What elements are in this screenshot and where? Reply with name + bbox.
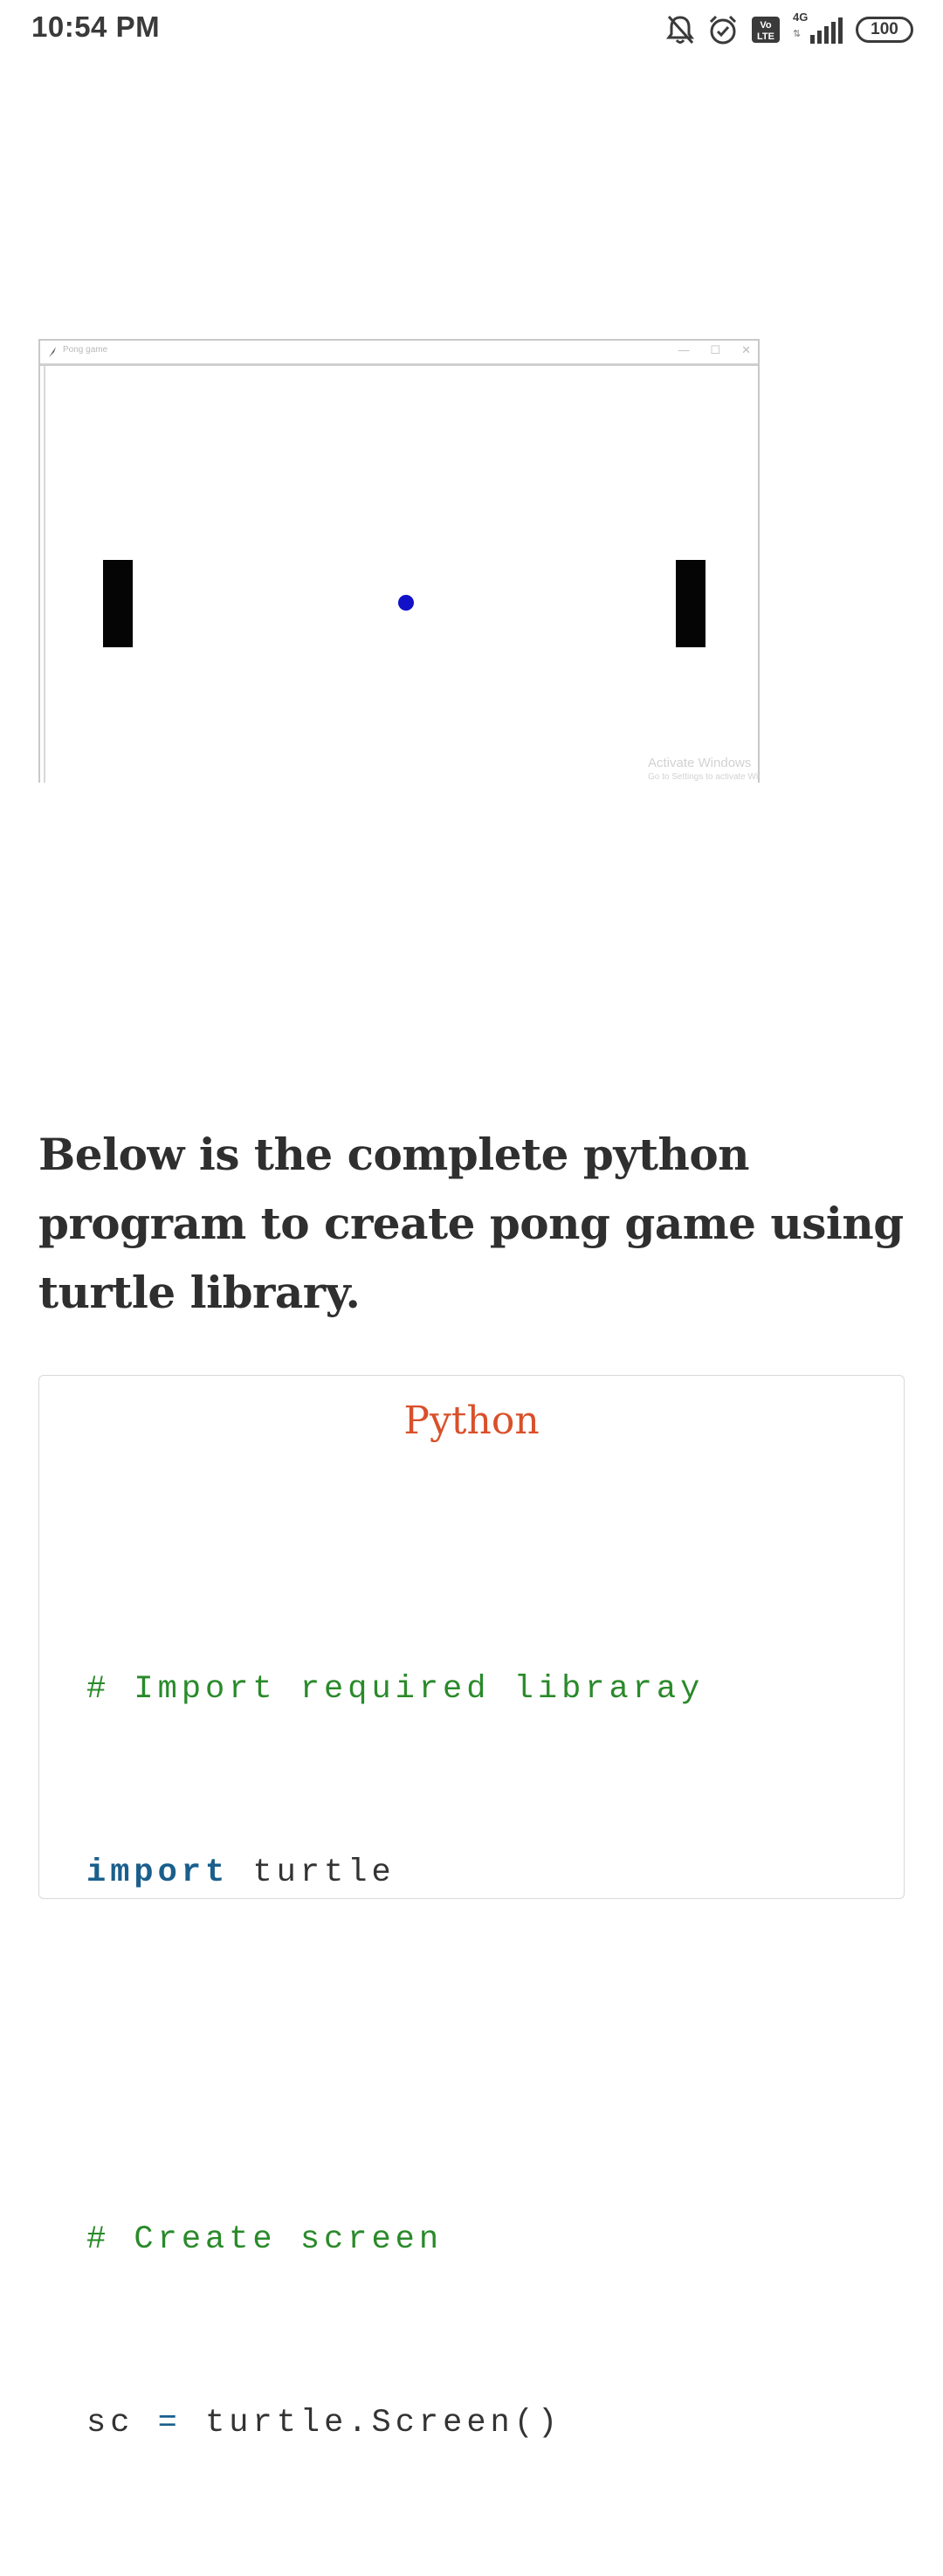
pong-canvas: Activate Windows Go to Settings to activ…	[44, 366, 758, 783]
code-line: # Create screen	[86, 2209, 704, 2270]
minimize-icon: —	[678, 343, 690, 356]
status-bar: 10:54 PM Vo LTE 4G ⇅ 100	[0, 0, 943, 59]
code-operator: =	[157, 2405, 182, 2441]
battery-icon: 100	[856, 17, 913, 43]
code-text: turtle	[229, 1854, 396, 1891]
bell-off-icon	[665, 14, 695, 45]
code-variable: sc	[86, 2405, 134, 2441]
volte-icon: Vo LTE	[751, 16, 781, 44]
code-line: import turtle	[86, 1842, 704, 1903]
status-icons: Vo LTE 4G ⇅ 100	[665, 10, 913, 47]
alarm-clock-icon	[707, 14, 739, 45]
data-arrows-icon: ⇅	[793, 28, 802, 39]
code-comment: # Create screen	[86, 2221, 444, 2258]
code-comment: # Import required libraray	[86, 1671, 705, 1708]
network-type: 4G	[793, 10, 809, 24]
watermark-title: Activate Windows	[648, 756, 752, 770]
signal-icon: 4G ⇅	[793, 10, 843, 45]
right-paddle	[676, 560, 706, 647]
feather-icon	[47, 345, 58, 362]
code-block[interactable]: Python # Import required libraray import…	[38, 1375, 905, 2441]
svg-text:LTE: LTE	[757, 31, 774, 42]
status-time: 10:54 PM	[31, 10, 161, 43]
pong-window-title: Pong game	[63, 345, 108, 355]
ball	[398, 595, 414, 611]
code-line: # Import required libraray	[86, 1659, 704, 1720]
code-text: turtle.Screen()	[205, 2405, 562, 2441]
code-language-label: Python	[403, 1398, 540, 1443]
maximize-icon: ☐	[710, 343, 721, 356]
watermark-subtitle: Go to Settings to activate Windows.	[648, 772, 759, 782]
code-line: sc = turtle.Screen()	[86, 2393, 704, 2454]
svg-text:Vo: Vo	[760, 20, 772, 31]
pong-game-screenshot: Pong game — ☐ ✕ Activate Windows Go to S…	[38, 339, 760, 783]
close-icon: ✕	[741, 343, 751, 356]
windows-activation-watermark: Activate Windows Go to Settings to activ…	[648, 756, 759, 782]
left-paddle	[103, 560, 133, 647]
code-keyword: import	[86, 1854, 230, 1891]
pong-window-titlebar: Pong game — ☐ ✕	[40, 341, 758, 366]
code-lines: # Import required libraray import turtle…	[86, 1537, 704, 2576]
window-controls: — ☐ ✕	[678, 343, 751, 357]
article-heading: Below is the complete python program to …	[38, 1129, 904, 1318]
